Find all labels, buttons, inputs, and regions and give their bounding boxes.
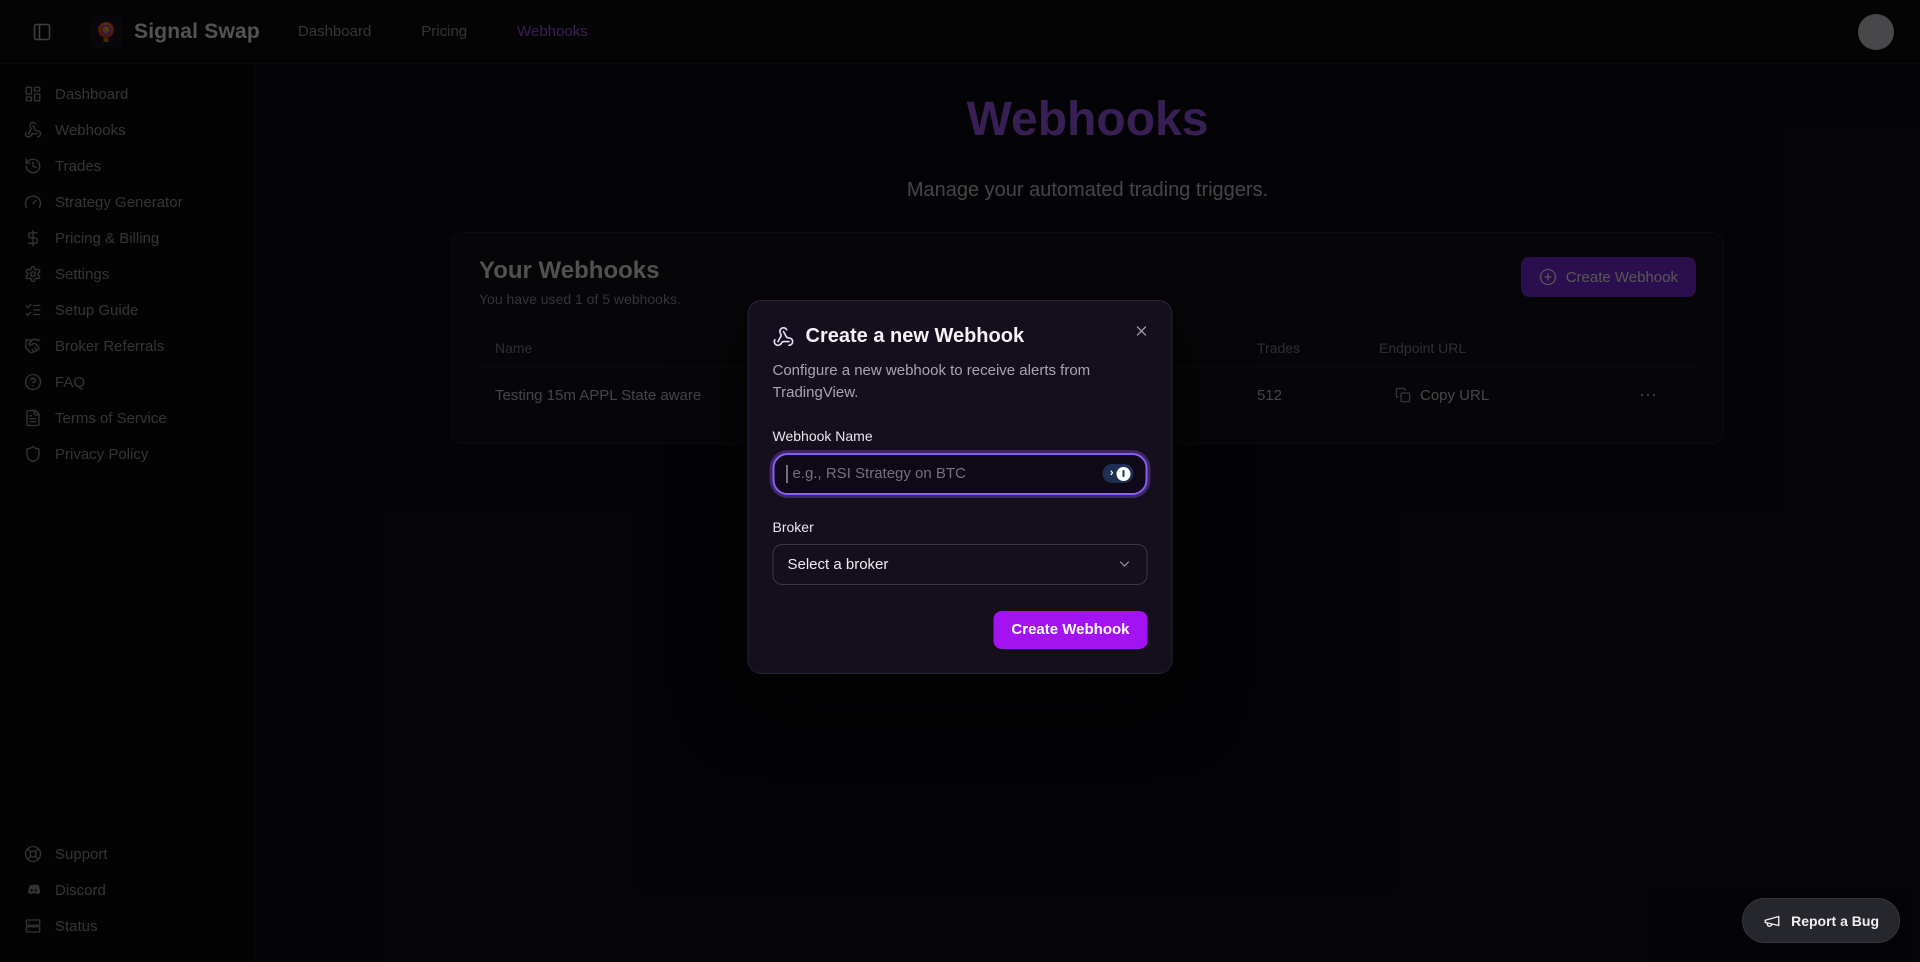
- broker-select[interactable]: Select a broker: [773, 544, 1148, 585]
- password-manager-icon[interactable]: ›: [1103, 464, 1134, 483]
- webhook-name-field-wrap: ›: [773, 453, 1148, 495]
- broker-select-value: Select a broker: [788, 556, 889, 573]
- create-webhook-modal: Create a new Webhook Configure a new web…: [748, 300, 1173, 674]
- webhook-icon: [773, 326, 795, 348]
- megaphone-icon: [1763, 912, 1781, 930]
- close-icon: [1134, 323, 1150, 339]
- report-bug-button[interactable]: Report a Bug: [1742, 898, 1900, 943]
- modal-close-button[interactable]: [1128, 317, 1156, 345]
- modal-title: Create a new Webhook: [806, 325, 1025, 348]
- broker-label: Broker: [773, 519, 1148, 535]
- modal-description: Configure a new webhook to receive alert…: [773, 360, 1113, 404]
- report-bug-label: Report a Bug: [1791, 913, 1879, 929]
- chevron-down-icon: [1117, 556, 1133, 572]
- text-caret: [787, 465, 788, 483]
- webhook-name-label: Webhook Name: [773, 428, 1148, 444]
- modal-create-webhook-button[interactable]: Create Webhook: [993, 611, 1147, 649]
- webhook-name-input[interactable]: [791, 464, 1103, 483]
